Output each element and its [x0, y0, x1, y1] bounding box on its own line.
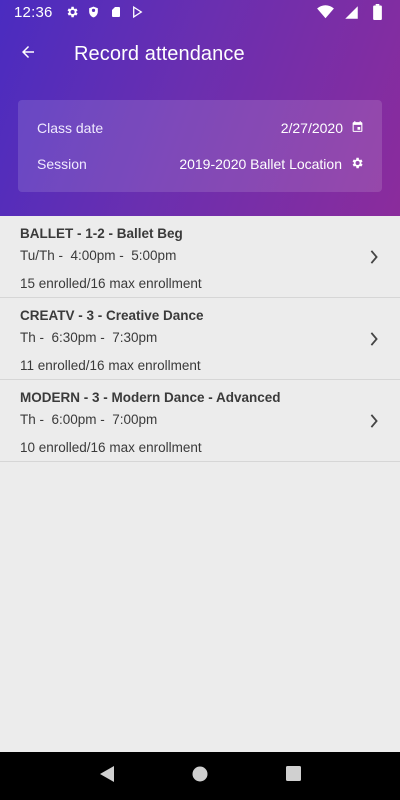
- class-list: BALLET - 1-2 - Ballet Beg Tu/Th - 4:00pm…: [0, 216, 400, 462]
- chevron-right-icon: [366, 412, 382, 430]
- chevron-right-icon: [366, 248, 382, 266]
- battery-icon: [368, 3, 386, 21]
- nav-back-button[interactable]: [87, 756, 127, 796]
- status-time: 12:36: [14, 3, 53, 21]
- nav-home-button[interactable]: [180, 756, 220, 796]
- class-schedule: Th - 6:00pm - 7:00pm: [20, 412, 158, 427]
- header: 12:36 Record attendance Class date 2/27/…: [0, 0, 400, 216]
- cell-signal-icon: [342, 3, 360, 21]
- session-label: Session: [37, 156, 87, 172]
- calendar-icon: [351, 120, 364, 136]
- system-nav-bar: [0, 752, 400, 800]
- class-date-picker[interactable]: 2/27/2020: [281, 120, 364, 136]
- recents-square-icon: [285, 766, 301, 786]
- class-list-item[interactable]: CREATV - 3 - Creative Dance Th - 6:30pm …: [0, 298, 400, 380]
- wifi-icon: [316, 3, 334, 21]
- class-enrollment: 11 enrolled/16 max enrollment: [20, 358, 201, 373]
- class-date-value: 2/27/2020: [280, 120, 343, 136]
- play-store-icon: [129, 3, 147, 21]
- session-value: 2019-2020 Ballet Location: [179, 156, 342, 172]
- class-name: BALLET - 1-2 - Ballet Beg: [20, 226, 183, 241]
- home-circle-icon: [192, 766, 208, 787]
- chevron-right-icon: [366, 330, 382, 348]
- class-enrollment: 15 enrolled/16 max enrollment: [20, 276, 202, 291]
- session-selector[interactable]: 2019-2020 Ballet Location: [179, 156, 364, 173]
- class-list-item[interactable]: MODERN - 3 - Modern Dance - Advanced Th …: [0, 380, 400, 462]
- status-bar: 12:36: [0, 0, 400, 24]
- back-triangle-icon: [99, 765, 114, 787]
- gear-icon: [350, 156, 364, 173]
- shield-icon: [85, 3, 103, 21]
- filter-card: Class date 2/27/2020 Session 2019-2020 B…: [18, 100, 382, 192]
- back-button[interactable]: [0, 32, 56, 76]
- app-bar: Record attendance: [0, 32, 400, 76]
- session-row: Session 2019-2020 Ballet Location: [18, 146, 382, 182]
- class-name: CREATV - 3 - Creative Dance: [20, 308, 204, 323]
- class-date-row: Class date 2/27/2020: [18, 110, 382, 146]
- page-title: Record attendance: [74, 42, 245, 65]
- class-name: MODERN - 3 - Modern Dance - Advanced: [20, 390, 281, 405]
- class-schedule: Th - 6:30pm - 7:30pm: [20, 330, 158, 345]
- settings-icon: [63, 3, 81, 21]
- class-date-label: Class date: [37, 120, 104, 136]
- class-schedule: Tu/Th - 4:00pm - 5:00pm: [20, 248, 177, 263]
- class-enrollment: 10 enrolled/16 max enrollment: [20, 440, 202, 455]
- sd-card-icon: [107, 3, 125, 21]
- nav-recents-button[interactable]: [273, 756, 313, 796]
- arrow-back-icon: [19, 43, 37, 66]
- class-list-item[interactable]: BALLET - 1-2 - Ballet Beg Tu/Th - 4:00pm…: [0, 216, 400, 298]
